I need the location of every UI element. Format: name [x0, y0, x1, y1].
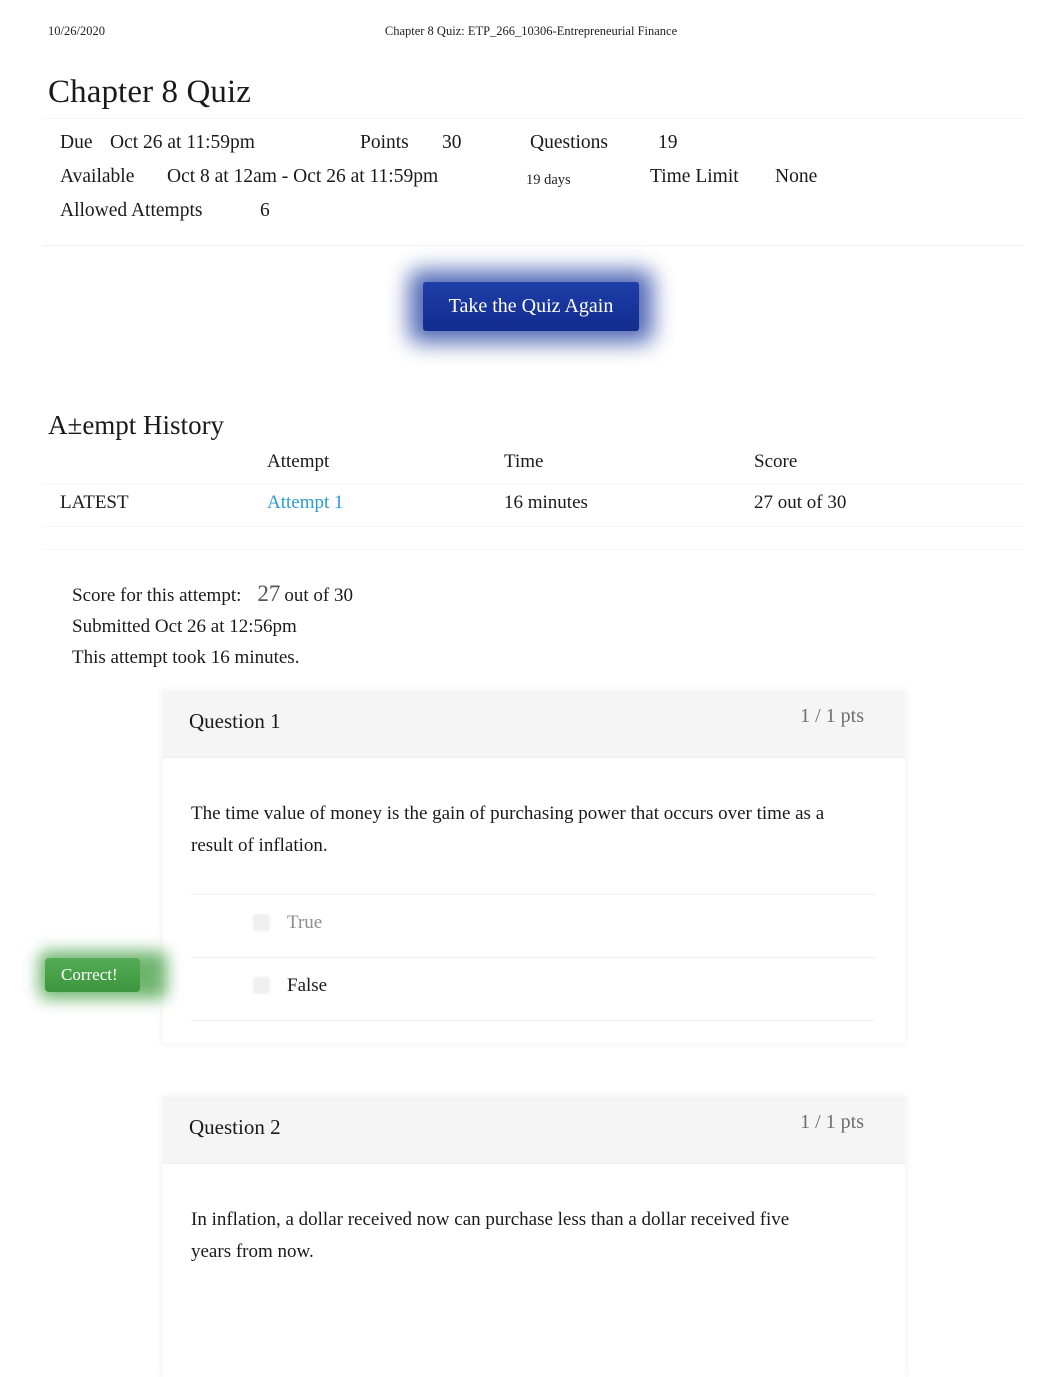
table-row: LATEST Attempt 1 16 minutes 27 out of 30	[42, 483, 1024, 527]
allowed-attempts-label: Allowed Attempts	[60, 200, 203, 221]
take-quiz-button-container: Take the Quiz Again	[0, 282, 1062, 331]
column-header-attempt: Attempt	[267, 451, 330, 472]
quiz-info-panel: Due Oct 26 at 11:59pm Points 30 Question…	[42, 118, 1024, 246]
correct-badge-container: Correct!	[45, 958, 185, 992]
radio-button-icon[interactable]	[253, 914, 270, 931]
take-quiz-again-button[interactable]: Take the Quiz Again	[422, 282, 640, 331]
answer-label: True	[287, 912, 323, 933]
answer-label: False	[287, 975, 328, 996]
print-document-title: Chapter 8 Quiz: ETP_266_10306-Entreprene…	[384, 24, 678, 38]
status-badge-correct: Correct!	[45, 958, 140, 992]
print-header: 10/26/2020 Chapter 8 Quiz: ETP_266_10306…	[0, 24, 1062, 42]
table-spacer-row	[42, 527, 1024, 550]
attempt-1-link[interactable]: Attempt 1	[267, 492, 344, 514]
submitted-line: Submitted Oct 26 at 12:56pm	[72, 616, 297, 637]
score-label: Score for this attempt:	[72, 585, 242, 606]
duration-line: This attempt took 16 minutes.	[72, 647, 300, 668]
attempt-history-heading: A±empt History	[48, 410, 225, 441]
answer-list: True False	[191, 894, 875, 1021]
answer-option-true[interactable]: True	[191, 894, 875, 957]
allowed-attempts-value: 6	[260, 200, 270, 221]
time-limit-label: Time Limit	[650, 166, 739, 187]
take-quiz-button-glow: Take the Quiz Again	[422, 282, 640, 331]
table-header-row: Attempt Time Score	[42, 447, 1024, 483]
questions-value: 19	[658, 132, 678, 153]
score-suffix: out of 30	[284, 585, 353, 606]
time-limit-value: None	[775, 166, 818, 187]
attempt-history-table: Attempt Time Score LATEST Attempt 1 16 m…	[42, 447, 1024, 568]
question-points: 1 / 1 pts	[800, 1111, 864, 1133]
question-header: Question 2 1 / 1 pts	[163, 1097, 905, 1164]
question-title: Question 1	[189, 709, 281, 733]
question-card: Question 1 1 / 1 pts The time value of m…	[163, 691, 905, 1043]
column-header-time: Time	[504, 451, 544, 472]
row-kept-badge: LATEST	[60, 492, 129, 513]
available-duration: 19 days	[526, 172, 571, 188]
quiz-info-row-3: Allowed Attempts 6	[42, 197, 1024, 231]
due-value: Oct 26 at 11:59pm	[110, 132, 255, 153]
question-points: 1 / 1 pts	[800, 705, 864, 727]
question-card: Question 2 1 / 1 pts In inflation, a dol…	[163, 1097, 905, 1377]
row-time: 16 minutes	[504, 492, 588, 513]
quiz-info-row-1: Due Oct 26 at 11:59pm Points 30 Question…	[42, 129, 1024, 163]
radio-button-icon[interactable]	[253, 977, 270, 994]
page-title: Chapter 8 Quiz	[48, 74, 252, 111]
column-header-score: Score	[754, 451, 798, 472]
row-score: 27 out of 30	[754, 492, 847, 513]
points-label: Points	[360, 132, 409, 153]
answer-option-false[interactable]: False	[191, 957, 875, 1021]
available-value: Oct 8 at 12am - Oct 26 at 11:59pm	[167, 166, 439, 187]
score-line: Score for this attempt: 27 out of 30	[72, 578, 353, 611]
question-header: Question 1 1 / 1 pts	[163, 691, 905, 758]
question-text: The time value of money is the gain of p…	[191, 803, 825, 856]
questions-label: Questions	[530, 132, 608, 153]
available-label: Available	[60, 166, 135, 187]
quiz-info-row-2: Available Oct 8 at 12am - Oct 26 at 11:5…	[42, 163, 1024, 197]
due-label: Due	[60, 132, 93, 153]
question-text: In inflation, a dollar received now can …	[191, 1209, 790, 1262]
points-value: 30	[442, 132, 462, 153]
question-title: Question 2	[189, 1115, 281, 1139]
question-body: In inflation, a dollar received now can …	[163, 1164, 905, 1268]
score-value: 27	[257, 581, 281, 606]
question-body: The time value of money is the gain of p…	[163, 758, 905, 1021]
score-summary: Score for this attempt: 27 out of 30 Submi…	[72, 578, 353, 673]
table-spacer-row-2	[42, 550, 1024, 568]
